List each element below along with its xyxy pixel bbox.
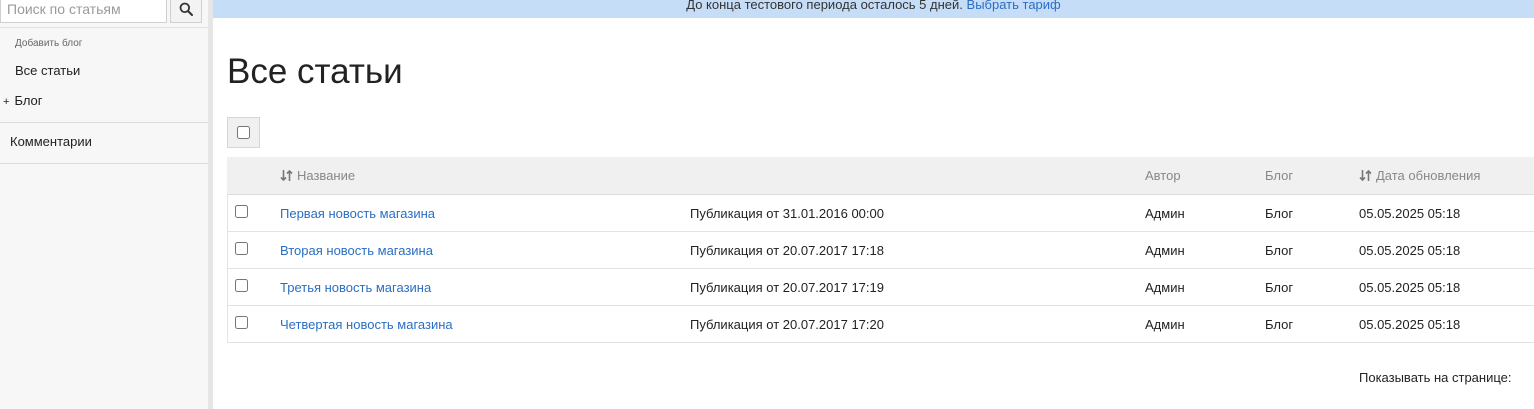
sidebar-divider: [0, 122, 208, 123]
per-page-label: Показывать на странице:: [1359, 370, 1512, 385]
select-all-checkbox[interactable]: [237, 126, 250, 139]
column-header-blog: Блог: [1265, 168, 1293, 183]
table-header: Название Автор Блог Дата обновления: [227, 157, 1534, 195]
column-header-updated-label: Дата обновления: [1376, 168, 1481, 183]
table-row: Первая новость магазина Публикация от 31…: [227, 195, 1534, 232]
sidebar-item-blog[interactable]: + Блог: [3, 93, 43, 108]
blog-cell: Блог: [1265, 280, 1294, 295]
updated-cell: 05.05.2025 05:18: [1359, 317, 1461, 332]
search-input[interactable]: [0, 0, 167, 23]
article-title-link[interactable]: Третья новость магазина: [280, 280, 431, 295]
trial-banner: До конца тестового периода осталось 5 дн…: [213, 0, 1534, 18]
updated-cell: 05.05.2025 05:18: [1359, 280, 1461, 295]
expand-plus-icon[interactable]: +: [3, 96, 9, 108]
sidebar: Добавить блог Все статьи + Блог Комментар…: [0, 0, 208, 409]
sidebar-item-blog-label: Блог: [14, 93, 43, 108]
sort-icon: [1359, 169, 1372, 182]
sort-icon: [280, 169, 293, 182]
column-header-author: Автор: [1145, 168, 1181, 183]
row-checkbox[interactable]: [235, 242, 248, 255]
table-row: Третья новость магазина Публикация от 20…: [227, 269, 1534, 306]
row-checkbox[interactable]: [235, 279, 248, 292]
blog-cell: Блог: [1265, 243, 1294, 258]
updated-cell: 05.05.2025 05:18: [1359, 243, 1461, 258]
sidebar-resize-edge: [208, 0, 213, 409]
search-icon: [179, 2, 193, 16]
author-cell: Админ: [1145, 317, 1185, 332]
column-header-updated[interactable]: Дата обновления: [1359, 168, 1480, 183]
column-header-name-label: Название: [297, 168, 356, 183]
trial-banner-text: До конца тестового периода осталось 5 дн…: [686, 0, 963, 12]
table-row: Четвертая новость магазина Публикация от…: [227, 306, 1534, 343]
blog-cell: Блог: [1265, 317, 1294, 332]
table-border: [227, 195, 228, 343]
column-header-author-label: Автор: [1145, 168, 1181, 183]
publication-date: Публикация от 31.01.2016 00:00: [690, 206, 884, 221]
table-row: Вторая новость магазина Публикация от 20…: [227, 232, 1534, 269]
author-cell: Админ: [1145, 243, 1185, 258]
publication-date: Публикация от 20.07.2017 17:19: [690, 280, 884, 295]
column-header-blog-label: Блог: [1265, 168, 1294, 183]
search-row: [0, 0, 208, 28]
article-title-link[interactable]: Вторая новость магазина: [280, 243, 433, 258]
publication-date: Публикация от 20.07.2017 17:18: [690, 243, 884, 258]
sidebar-divider: [0, 163, 208, 164]
author-cell: Админ: [1145, 206, 1185, 221]
publication-date: Публикация от 20.07.2017 17:20: [690, 317, 884, 332]
select-all-box[interactable]: [227, 117, 260, 148]
article-title-link[interactable]: Четвертая новость магазина: [280, 317, 453, 332]
sidebar-item-comments[interactable]: Комментарии: [10, 134, 92, 149]
choose-plan-link[interactable]: Выбрать тариф: [967, 0, 1061, 12]
blog-cell: Блог: [1265, 206, 1294, 221]
row-checkbox[interactable]: [235, 316, 248, 329]
author-cell: Админ: [1145, 280, 1185, 295]
row-checkbox[interactable]: [235, 205, 248, 218]
column-header-name[interactable]: Название: [280, 168, 355, 183]
article-title-link[interactable]: Первая новость магазина: [280, 206, 435, 221]
sidebar-item-all-articles[interactable]: Все статьи: [15, 63, 80, 78]
page-title: Все статьи: [227, 52, 403, 91]
add-blog-link[interactable]: Добавить блог: [15, 38, 82, 49]
updated-cell: 05.05.2025 05:18: [1359, 206, 1461, 221]
search-button[interactable]: [170, 0, 202, 23]
